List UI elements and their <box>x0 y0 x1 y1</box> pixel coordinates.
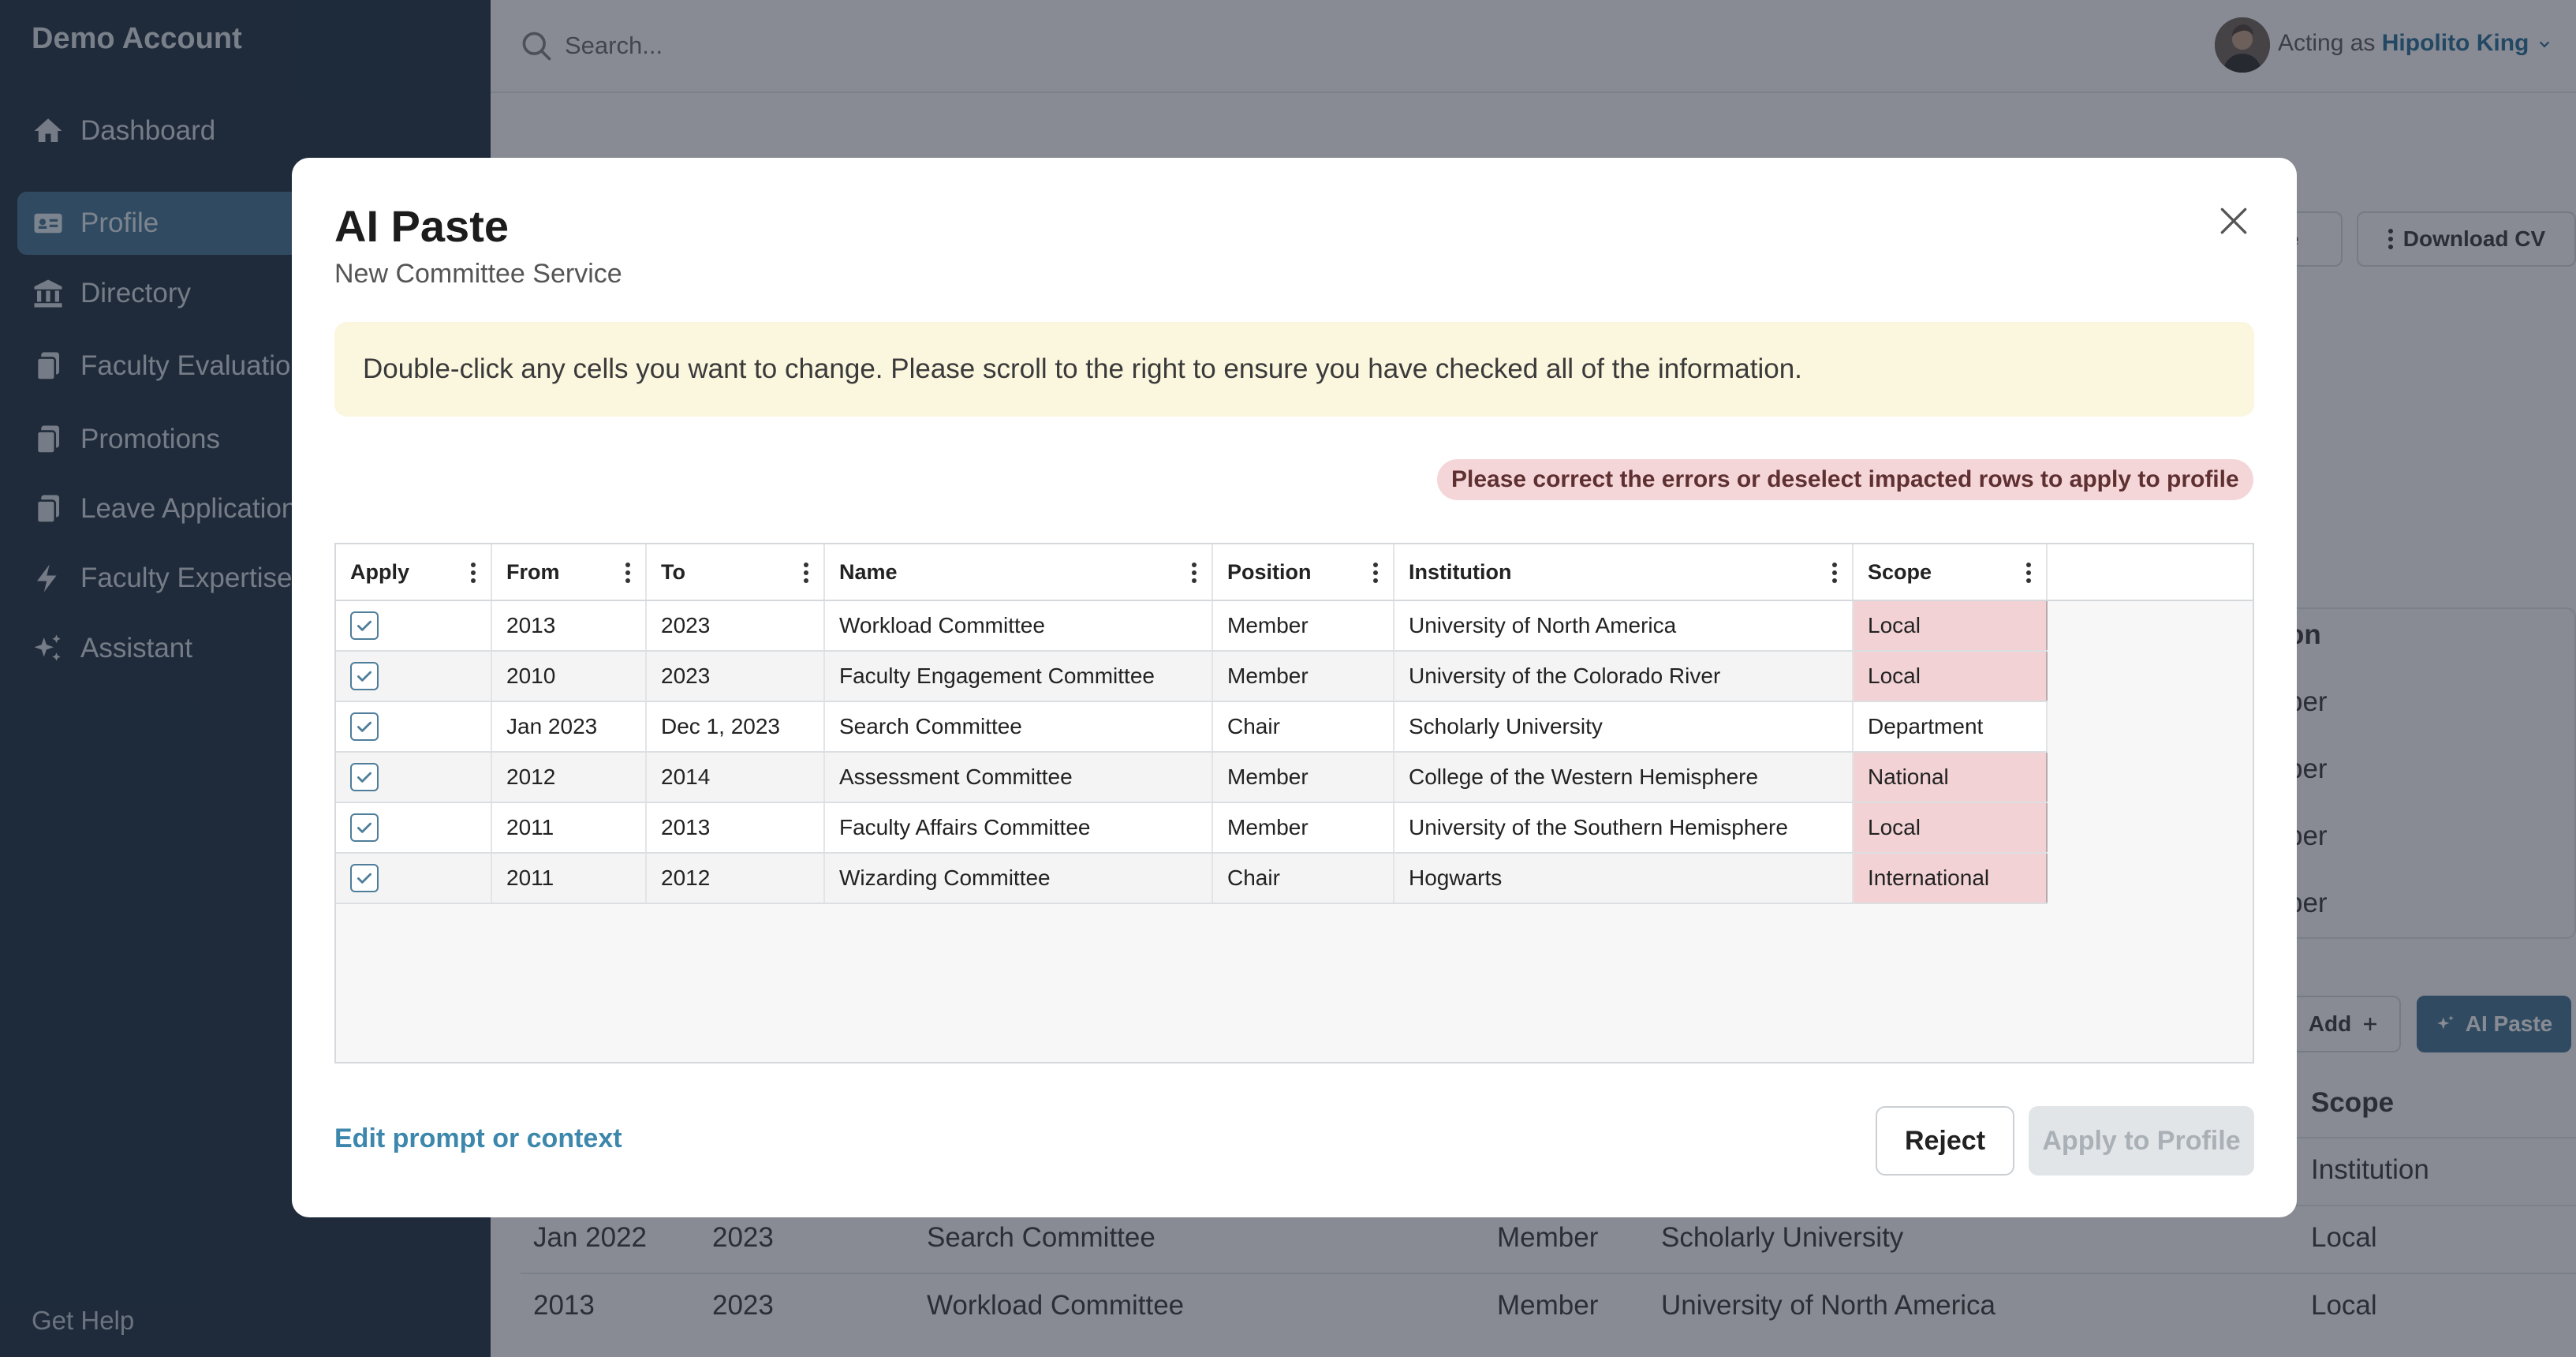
cell-institution[interactable]: Hogwarts <box>1394 854 1854 903</box>
apply-checkbox[interactable] <box>350 813 379 842</box>
cell-position[interactable]: Member <box>1213 803 1394 852</box>
column-menu-icon[interactable] <box>625 562 631 584</box>
cell-apply[interactable] <box>336 803 492 852</box>
column-menu-icon[interactable] <box>1372 562 1379 584</box>
table-row: 2011 2013 Faculty Affairs Committee Member U… <box>336 803 2048 854</box>
cell-institution[interactable]: University of North America <box>1394 601 1854 650</box>
modal-subtitle: New Committee Service <box>334 259 622 289</box>
check-icon <box>357 620 371 631</box>
cell-to[interactable]: 2023 <box>647 601 825 650</box>
cell-name[interactable]: Wizarding Committee <box>825 854 1213 903</box>
check-icon <box>357 822 371 833</box>
cell-scope[interactable]: Department <box>1854 702 2048 751</box>
cell-apply[interactable] <box>336 854 492 903</box>
column-label: Apply <box>350 559 410 584</box>
column-header-institution[interactable]: Institution <box>1394 544 1854 600</box>
cell-name[interactable]: Faculty Engagement Committee <box>825 652 1213 701</box>
column-menu-icon[interactable] <box>470 562 476 584</box>
check-icon <box>357 671 371 682</box>
error-badge: Please correct the errors or deselect im… <box>1437 459 2253 500</box>
cell-institution[interactable]: Scholarly University <box>1394 702 1854 751</box>
paste-data-grid: Apply From To Name Position Institution … <box>334 543 2254 1064</box>
cell-scope[interactable]: Local <box>1854 652 2048 701</box>
cell-position[interactable]: Chair <box>1213 854 1394 903</box>
column-header-scope[interactable]: Scope <box>1854 544 2048 600</box>
cell-scope[interactable]: Local <box>1854 803 2048 852</box>
column-label: Scope <box>1868 559 1932 584</box>
cell-name[interactable]: Search Committee <box>825 702 1213 751</box>
apply-checkbox[interactable] <box>350 763 379 791</box>
apply-to-profile-button[interactable]: Apply to Profile <box>2029 1106 2254 1176</box>
reject-button[interactable]: Reject <box>1876 1106 2014 1176</box>
column-label: From <box>506 559 560 584</box>
column-label: Name <box>839 559 898 584</box>
cell-institution[interactable]: University of the Southern Hemisphere <box>1394 803 1854 852</box>
column-header-to[interactable]: To <box>647 544 825 600</box>
apply-checkbox[interactable] <box>350 864 379 892</box>
close-icon[interactable] <box>2216 204 2251 238</box>
cell-to[interactable]: 2012 <box>647 854 825 903</box>
cell-from[interactable]: 2012 <box>492 753 647 802</box>
cell-apply[interactable] <box>336 652 492 701</box>
column-menu-icon[interactable] <box>1191 562 1197 584</box>
check-icon <box>357 772 371 783</box>
column-header-position[interactable]: Position <box>1213 544 1394 600</box>
table-row: 2010 2023 Faculty Engagement Committee Memb… <box>336 652 2048 702</box>
column-header-from[interactable]: From <box>492 544 647 600</box>
cell-position[interactable]: Member <box>1213 753 1394 802</box>
cell-position[interactable]: Member <box>1213 652 1394 701</box>
cell-scope[interactable]: International <box>1854 854 2048 903</box>
column-menu-icon[interactable] <box>1831 562 1838 584</box>
column-header-name[interactable]: Name <box>825 544 1213 600</box>
column-menu-icon[interactable] <box>2025 562 2032 584</box>
cell-to[interactable]: Dec 1, 2023 <box>647 702 825 751</box>
modal-title: AI Paste <box>334 201 509 251</box>
cell-from[interactable]: Jan 2023 <box>492 702 647 751</box>
cell-name[interactable]: Assessment Committee <box>825 753 1213 802</box>
apply-checkbox[interactable] <box>350 712 379 741</box>
column-label: Position <box>1227 559 1312 584</box>
cell-position[interactable]: Chair <box>1213 702 1394 751</box>
cell-to[interactable]: 2014 <box>647 753 825 802</box>
instructions-notice: Double-click any cells you want to chang… <box>334 322 2254 417</box>
cell-scope[interactable]: Local <box>1854 601 2048 650</box>
cell-name[interactable]: Workload Committee <box>825 601 1213 650</box>
column-menu-icon[interactable] <box>803 562 809 584</box>
grid-header: Apply From To Name Position Institution … <box>336 544 2253 601</box>
cell-from[interactable]: 2011 <box>492 854 647 903</box>
cell-from[interactable]: 2013 <box>492 601 647 650</box>
cell-apply[interactable] <box>336 601 492 650</box>
edit-prompt-link[interactable]: Edit prompt or context <box>334 1123 622 1154</box>
cell-position[interactable]: Member <box>1213 601 1394 650</box>
table-row: 2011 2012 Wizarding Committee Chair Hogwarts… <box>336 854 2048 904</box>
cell-institution[interactable]: College of the Western Hemisphere <box>1394 753 1854 802</box>
check-icon <box>357 721 371 732</box>
cell-name[interactable]: Faculty Affairs Committee <box>825 803 1213 852</box>
table-row: 2013 2023 Workload Committee Member Universi… <box>336 601 2048 652</box>
cell-apply[interactable] <box>336 753 492 802</box>
cell-to[interactable]: 2023 <box>647 652 825 701</box>
table-row: Jan 2023 Dec 1, 2023 Search Committee Chair… <box>336 702 2048 753</box>
cell-from[interactable]: 2011 <box>492 803 647 852</box>
cell-apply[interactable] <box>336 702 492 751</box>
cell-from[interactable]: 2010 <box>492 652 647 701</box>
column-header-apply[interactable]: Apply <box>336 544 492 600</box>
cell-institution[interactable]: University of the Colorado River <box>1394 652 1854 701</box>
column-label: To <box>661 559 685 584</box>
cell-to[interactable]: 2013 <box>647 803 825 852</box>
table-row: 2012 2014 Assessment Committee Member Colleg… <box>336 753 2048 803</box>
cell-scope[interactable]: National <box>1854 753 2048 802</box>
column-label: Institution <box>1409 559 1512 584</box>
apply-checkbox[interactable] <box>350 611 379 640</box>
check-icon <box>357 873 371 884</box>
apply-checkbox[interactable] <box>350 662 379 690</box>
